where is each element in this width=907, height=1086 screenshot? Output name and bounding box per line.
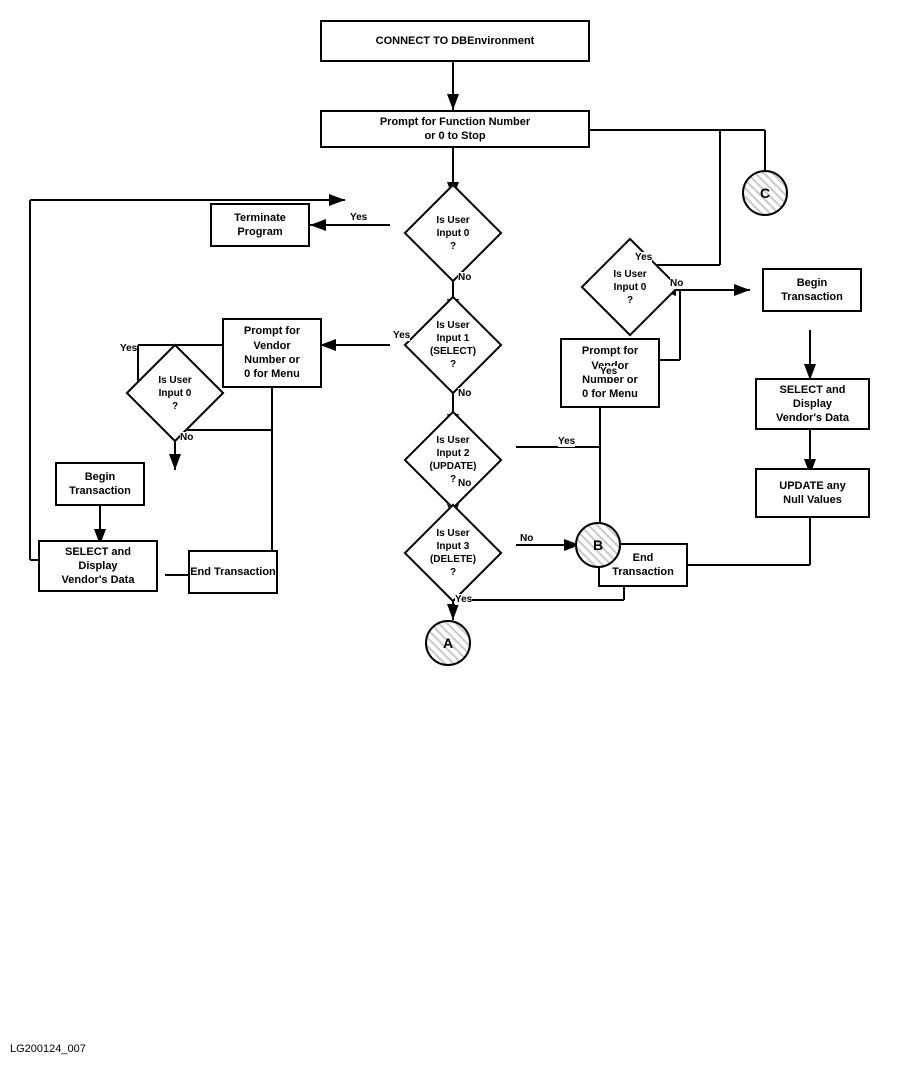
select-display-left-node: SELECT and Display Vendor's Data — [38, 540, 158, 592]
begin-trans-right-node: Begin Transaction — [762, 268, 862, 312]
yes-label-6: Yes — [635, 252, 652, 263]
terminate-node: Terminate Program — [210, 203, 310, 247]
yes-label-3: Yes — [455, 594, 472, 605]
yes-label-7: Yes — [600, 366, 617, 377]
no-label-5: No — [180, 432, 193, 443]
is-user3-delete-diamond — [404, 504, 503, 603]
prompt-function-node: Prompt for Function Number or 0 to Stop — [320, 110, 590, 148]
yes-label-5: Yes — [558, 436, 575, 447]
is-user0-right-diamond — [581, 238, 680, 337]
is-user0-left-diamond — [126, 344, 225, 443]
flowchart: CONNECT TO DBEnvironment Prompt for Func… — [0, 0, 907, 1060]
yes-label-1: Yes — [350, 212, 367, 223]
connect-node: CONNECT TO DBEnvironment — [320, 20, 590, 62]
no-label-4: No — [520, 533, 533, 544]
is-user0-top-diamond — [404, 184, 503, 283]
select-display-right-node: SELECT and Display Vendor's Data — [755, 378, 870, 430]
yes-label-4: Yes — [120, 343, 137, 354]
no-label-6: No — [670, 278, 683, 289]
prompt-vendor-mid-node: Prompt for Vendor Number or 0 for Menu — [222, 318, 322, 388]
no-label-2: No — [458, 388, 471, 399]
circle-c-node: C — [742, 170, 788, 216]
end-trans-left-node: End Transaction — [188, 550, 278, 594]
is-user2-update-diamond — [404, 411, 503, 510]
no-label-1: No — [458, 272, 471, 283]
begin-trans-left-node: Begin Transaction — [55, 462, 145, 506]
is-user1-select-diamond — [404, 296, 503, 395]
no-label-3: No — [458, 478, 471, 489]
caption: LG200124_007 — [10, 1043, 86, 1055]
circle-a-node: A — [425, 620, 471, 666]
yes-label-2: Yes — [393, 330, 410, 341]
update-null-node: UPDATE any Null Values — [755, 468, 870, 518]
circle-b-node: B — [575, 522, 621, 568]
